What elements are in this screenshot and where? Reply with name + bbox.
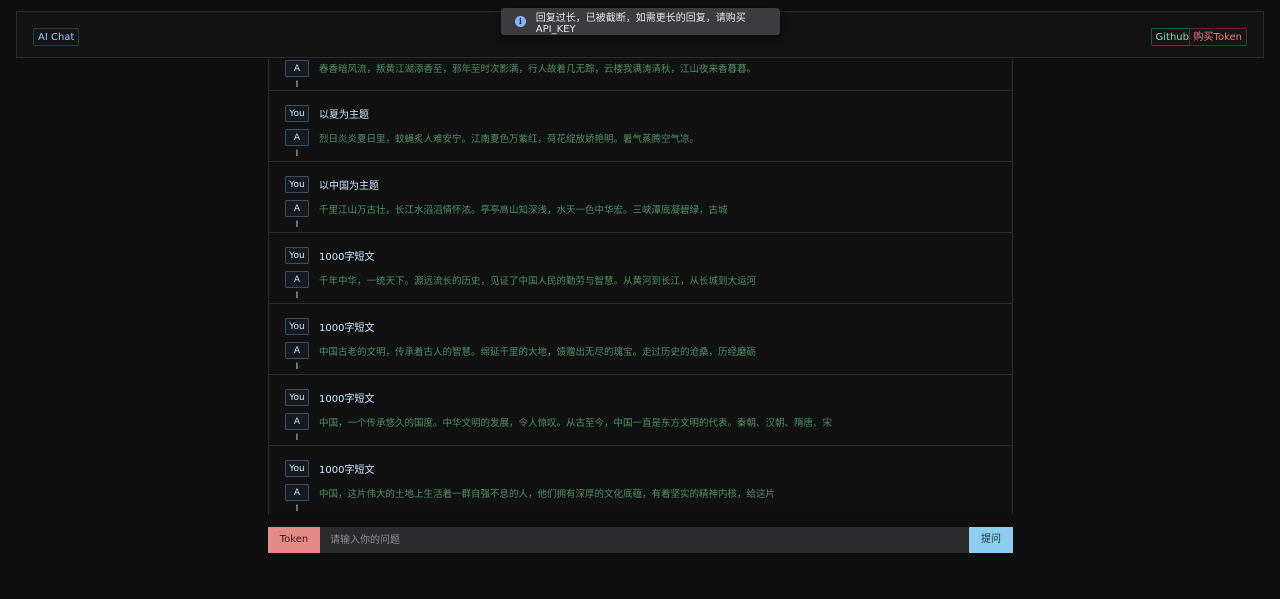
info-icon: i [515,16,526,27]
ai-tag: A I [285,484,309,514]
question-bar: Token 提问 [268,527,1013,553]
ai-tag: A I [285,342,309,372]
user-tag: You [285,318,309,335]
buy-token-button[interactable]: 购买Token [1188,28,1247,46]
token-button[interactable]: Token [268,527,320,553]
user-tag: You [285,105,309,122]
user-tag: You [285,176,309,193]
chat-item: You 以夏为主题 A I 烈日炎炎夏日里，蚊蝇炙人难安宁。江南夏色万紫红，荷花… [268,91,1013,162]
ai-tag: A I [285,271,309,301]
chat-history[interactable]: A I 春香暗风流，叛黄江湖添香至，邪年至时次影满，行人故着几无踪，云楼我满涛清… [268,58,1013,514]
user-question: 1000字短文 [319,252,375,263]
user-tag: You [285,247,309,264]
ai-answer: 烈日炎炎夏日里，蚊蝇炙人难安宁。江南夏色万紫红，荷花绽放娇艳明。暑气蒸腾空气凉。 [319,134,700,145]
ai-tag: A I [285,129,309,159]
chat-item: You 1000字短文 A I 中国古老的文明，传承着古人的智慧。绵延千里的大地… [268,304,1013,375]
truncation-toast: i 回复过长，已被截断，如需更长的回复，请购买API_KEY [501,8,780,35]
ai-answer: 千里江山万古壮，长江水滔滔情怀浓。亭亭高山知深浅，水天一色中华宏。三峡潭底凝碧绿… [319,205,728,216]
ai-tag: A I [285,413,309,443]
ask-button[interactable]: 提问 [969,527,1013,553]
user-question: 以夏为主题 [319,110,369,121]
chat-item: You 1000字短文 A I 中国，这片伟大的土地上生活着一群自强不息的人，他… [268,446,1013,514]
ai-answer: 中国古老的文明，传承着古人的智慧。绵延千里的大地，馈赠出无尽的瑰宝。走过历史的沧… [319,347,757,358]
chat-item: You 以中国为主题 A I 千里江山万古壮，长江水滔滔情怀浓。亭亭高山知深浅，… [268,162,1013,233]
ai-answer: 中国，一个传承悠久的国度。中华文明的发展，令人惊叹。从古至今，中国一直是东方文明… [319,418,833,429]
user-question: 以中国为主题 [319,181,379,192]
chat-item: You 1000字短文 A I 千年中华，一统天下。源远流长的历史，见证了中国人… [268,233,1013,304]
github-button[interactable]: Github [1150,28,1194,46]
brand-button[interactable]: AI Chat [33,28,80,46]
user-tag: You [285,460,309,477]
question-input[interactable] [320,527,969,553]
ai-answer: 千年中华，一统天下。源远流长的历史，见证了中国人民的勤劳与智慧。从黄河到长江，从… [319,276,757,287]
ai-tag: A I [285,200,309,230]
chat-item-partial: A I 春香暗风流，叛黄江湖添香至，邪年至时次影满，行人故着几无踪，云楼我满涛清… [268,58,1013,91]
user-question: 1000字短文 [319,465,375,476]
ai-tag: A I [285,60,309,90]
user-tag: You [285,389,309,406]
toast-message: 回复过长，已被截断，如需更长的回复，请购买API_KEY [535,12,746,35]
ai-answer: 中国，这片伟大的土地上生活着一群自强不息的人，他们拥有深厚的文化底蕴，有着坚实的… [319,489,776,500]
ai-answer: 春香暗风流，叛黄江湖添香至，邪年至时次影满，行人故着几无踪，云楼我满涛清秋，江山… [319,64,757,75]
chat-item: You 1000字短文 A I 中国，一个传承悠久的国度。中华文明的发展，令人惊… [268,375,1013,446]
user-question: 1000字短文 [319,323,375,334]
user-question: 1000字短文 [319,394,375,405]
